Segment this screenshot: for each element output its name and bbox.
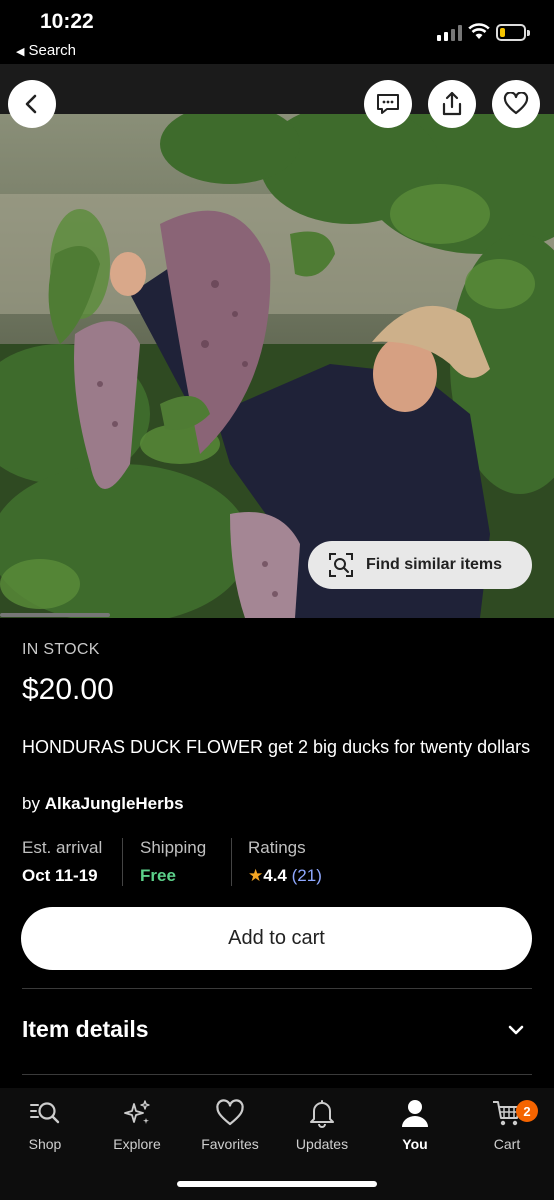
status-time: 10:22 [40,10,94,33]
shipping-value: Free [140,866,176,885]
tab-favorites[interactable]: Favorites [185,1096,275,1152]
chevron-left-icon [25,94,37,114]
divider [122,838,123,886]
tab-explore[interactable]: Explore [92,1096,182,1152]
find-similar-button[interactable]: Find similar items [308,541,532,589]
tab-updates[interactable]: Updates [277,1096,367,1152]
home-indicator [177,1181,377,1187]
shop-search-icon [30,1102,60,1124]
tab-shop[interactable]: Shop [0,1096,90,1152]
shop-name-link[interactable]: AlkaJungleHerbs [45,794,184,813]
bell-icon [310,1100,334,1128]
wifi-icon [468,23,490,39]
chevron-down-icon[interactable] [506,1020,526,1040]
ratings-value[interactable]: ★4.4 (21) [248,866,322,886]
heart-icon [503,92,529,115]
item-details-toggle[interactable]: Item details [22,1016,149,1043]
rating-count: (21) [291,866,322,885]
shop-byline: by AlkaJungleHerbs [22,794,184,814]
est-arrival-value: Oct 11-19 [22,866,98,885]
est-arrival-label: Est. arrival [22,838,103,857]
tab-label: You [402,1136,428,1152]
product-title: HONDURAS DUCK FLOWER get 2 big ducks for… [22,737,531,757]
stock-status: IN STOCK [22,641,100,658]
tab-label: Cart [493,1136,521,1152]
back-triangle-icon: ◀ [16,46,25,58]
share-icon [442,91,462,116]
heart-icon [216,1099,244,1126]
back-app-label: Search [28,42,76,59]
add-to-cart-button[interactable]: Add to cart [21,907,532,970]
back-to-app-link[interactable]: ◀ Search [16,42,76,59]
sparkle-icon [124,1100,150,1124]
rating-score: 4.4 [263,866,287,885]
message-seller-button[interactable] [364,80,412,128]
product-photo-carousel[interactable]: Find similar items [0,64,554,618]
tab-you[interactable]: You [370,1096,460,1152]
cellular-signal-icon [437,25,462,41]
star-icon: ★ [248,866,264,885]
message-icon [377,94,399,114]
divider [22,1074,532,1075]
shipping-label: Shipping [140,838,207,857]
tab-label: Explore [113,1136,161,1152]
divider [22,988,532,989]
shipping: Shipping Free [140,838,206,886]
divider [231,838,232,886]
find-similar-label: Find similar items [366,556,503,573]
ratings-label: Ratings [248,838,306,857]
favorite-button[interactable] [492,80,540,128]
tab-cart[interactable]: 2 Cart [462,1096,552,1152]
battery-icon [496,24,530,41]
product-price: $20.00 [22,673,114,706]
person-icon [402,1100,428,1127]
status-bar: 10:22 ◀ Search [0,0,554,64]
cart-badge: 2 [516,1100,538,1122]
share-button[interactable] [428,80,476,128]
tab-label: Shop [28,1136,62,1152]
tab-label: Updates [295,1136,349,1152]
est-arrival: Est. arrival Oct 11-19 [22,838,102,886]
carousel-indicator [0,613,110,617]
visual-search-icon [329,553,353,577]
by-prefix: by [22,794,40,813]
ratings[interactable]: Ratings ★4.4 (21) [248,838,322,886]
tab-label: Favorites [201,1136,259,1152]
back-button[interactable] [8,80,56,128]
